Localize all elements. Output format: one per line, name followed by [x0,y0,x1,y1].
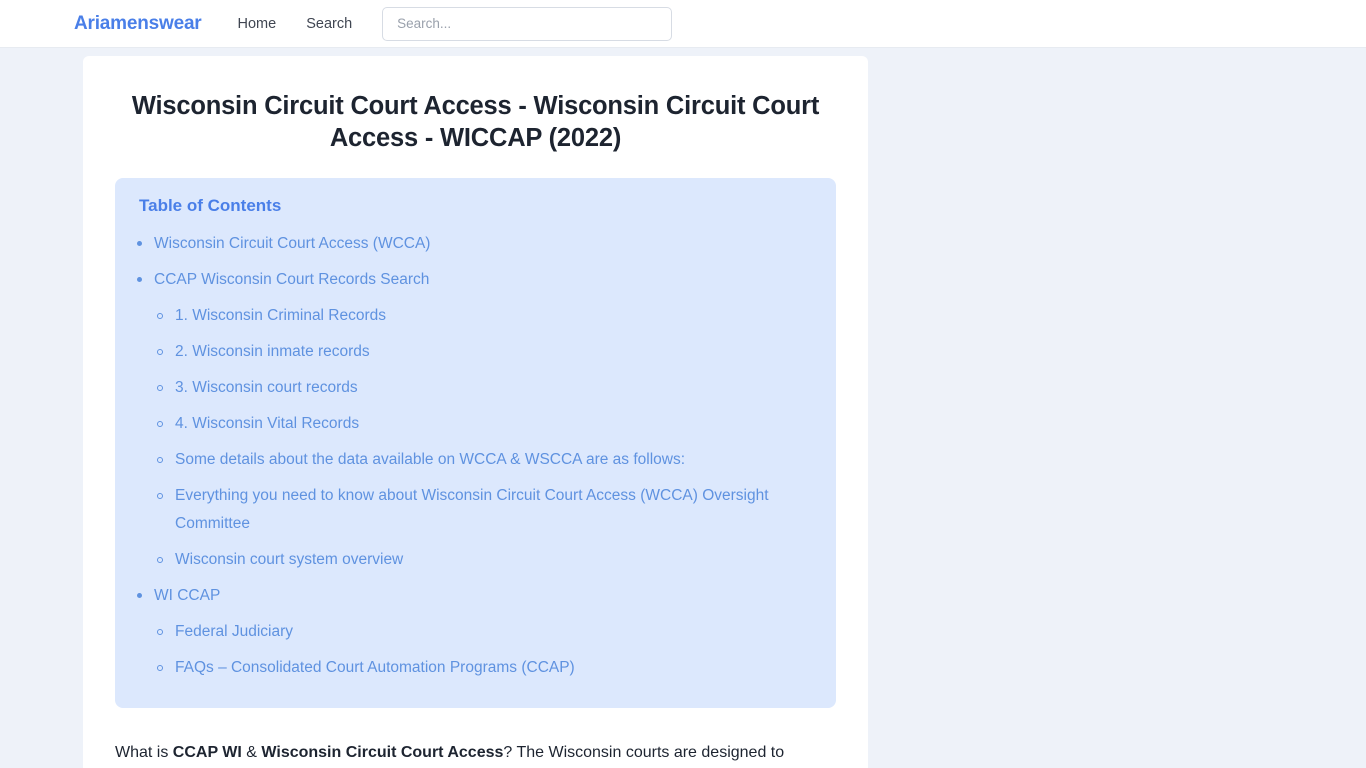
nav-link-search[interactable]: Search [306,16,352,32]
toc-item-link[interactable]: 2. Wisconsin inmate records [175,338,370,366]
toc-item[interactable]: Wisconsin court system overview [137,542,814,578]
bullet-circle-icon [157,421,163,427]
search-box[interactable] [382,6,673,41]
page-title: Wisconsin Circuit Court Access - Wiscons… [131,92,820,152]
paragraph-bold-1: CCAP WI [172,744,242,761]
toc-item-link[interactable]: CCAP Wisconsin Court Records Search [154,266,429,294]
bullet-circle-icon [157,457,163,463]
toc-item[interactable]: Wisconsin Circuit Court Access (WCCA) [137,226,814,262]
toc-item[interactable]: 2. Wisconsin inmate records [137,334,814,370]
toc-item[interactable]: 3. Wisconsin court records [137,370,814,406]
toc-item[interactable]: 4. Wisconsin Vital Records [137,406,814,442]
toc-item[interactable]: CCAP Wisconsin Court Records Search [137,262,814,298]
toc-item-link[interactable]: WI CCAP [154,582,220,610]
paragraph-text-2: & [241,744,262,761]
toc-list: Wisconsin Circuit Court Access (WCCA) CCA… [137,226,814,686]
toc-item-link[interactable]: Everything you need to know about Wiscon… [175,482,814,538]
toc-heading: Table of Contents [139,196,282,215]
bullet-circle-icon [157,493,163,499]
bullet-circle-icon [157,313,163,319]
site-brand-logo[interactable]: Ariamenswear [74,13,202,35]
toc-item-link[interactable]: Federal Judiciary [175,618,293,646]
paragraph-text-1: What is [115,744,173,761]
bullet-disc-icon [137,593,142,598]
bullet-circle-icon [157,665,163,671]
bullet-circle-icon [157,349,163,355]
bullet-circle-icon [157,557,163,563]
toc-item-link[interactable]: 3. Wisconsin court records [175,374,358,402]
bullet-disc-icon [137,241,142,246]
top-navbar: Ariamenswear Home Search [0,0,1366,48]
paragraph-bold-2: Wisconsin Circuit Court Access [261,744,504,761]
toc-item[interactable]: 1. Wisconsin Criminal Records [137,298,814,334]
search-input[interactable] [395,15,660,32]
article-card: Wisconsin Circuit Court Access - Wiscons… [83,56,868,768]
bullet-circle-icon [157,629,163,635]
nav-link-home[interactable]: Home [238,16,277,32]
page-body: Wisconsin Circuit Court Access - Wiscons… [0,48,1366,768]
intro-paragraph: What is CCAP WI & Wisconsin Circuit Cour… [115,738,836,768]
toc-item-link[interactable]: 1. Wisconsin Criminal Records [175,302,386,330]
bullet-circle-icon [157,385,163,391]
toc-item[interactable]: Everything you need to know about Wiscon… [137,478,814,542]
toc-item[interactable]: WI CCAP [137,578,814,614]
toc-item[interactable]: Some details about the data available on… [137,442,814,478]
toc-item-link[interactable]: FAQs – Consolidated Court Automation Pro… [175,654,575,682]
toc-item-link[interactable]: Wisconsin Circuit Court Access (WCCA) [154,230,430,258]
toc-item-link[interactable]: Some details about the data available on… [175,446,685,474]
bullet-disc-icon [137,277,142,282]
table-of-contents: Table of Contents Wisconsin Circuit Cour… [115,178,836,708]
toc-item[interactable]: Federal Judiciary [137,614,814,650]
toc-item-link[interactable]: Wisconsin court system overview [175,546,403,574]
toc-item-link[interactable]: 4. Wisconsin Vital Records [175,410,359,438]
toc-item[interactable]: FAQs – Consolidated Court Automation Pro… [137,650,814,686]
